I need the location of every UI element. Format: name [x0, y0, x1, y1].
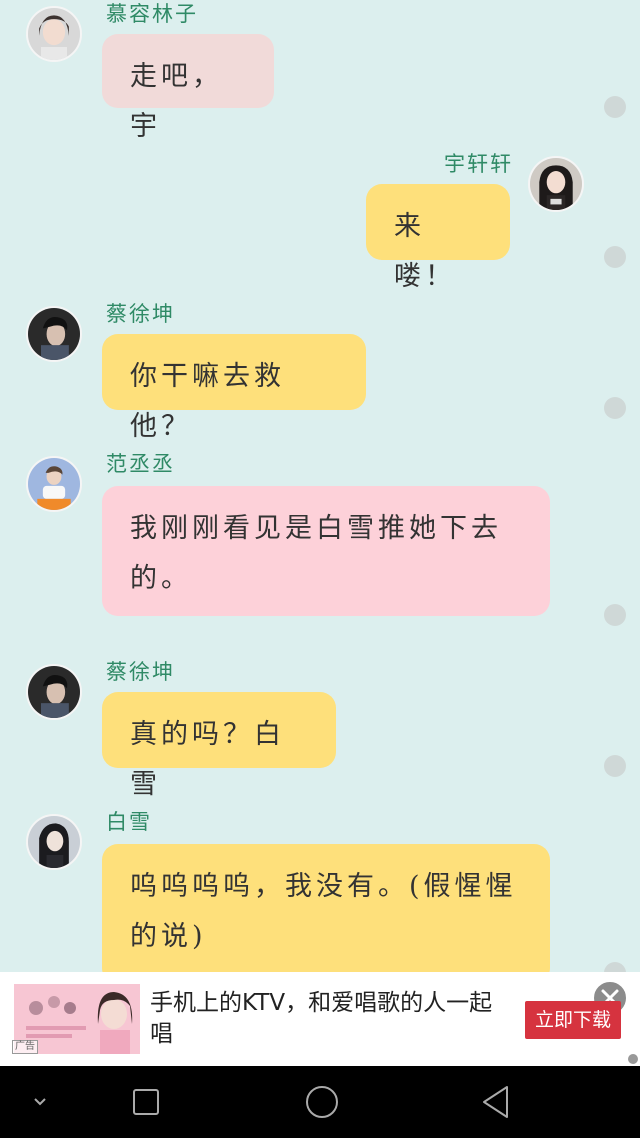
recent-apps-button[interactable] [120, 1066, 172, 1138]
status-dot [604, 962, 626, 972]
nav-collapse-button[interactable] [20, 1066, 60, 1138]
sender-name: 宇轩轩 [444, 152, 513, 176]
message-bubble[interactable]: 呜呜呜呜，我没有。(假惺惺的说) [102, 844, 550, 972]
sender-name: 蔡徐坤 [106, 660, 175, 684]
status-dot [604, 604, 626, 626]
sender-name: 白雪 [106, 810, 152, 834]
navigation-bar [0, 1066, 640, 1138]
ad-text[interactable]: 手机上的KTV，和爱唱歌的人一起唱 [150, 988, 500, 1050]
message-bubble[interactable]: 真的吗？白雪 [102, 692, 336, 800]
sender-name: 蔡徐坤 [106, 302, 175, 326]
message-bubble[interactable]: 来喽！ [366, 184, 510, 292]
ad-tag: 广告 [12, 1040, 38, 1054]
message-bubble[interactable]: 你干嘛去救他？ [102, 334, 366, 442]
avatar[interactable] [26, 664, 82, 720]
home-icon [306, 1086, 338, 1118]
ad-info-icon[interactable] [628, 1054, 638, 1064]
recent-apps-icon [133, 1089, 159, 1115]
status-dot [604, 755, 626, 777]
message-bubble[interactable]: 我刚刚看见是白雪推她下去的。 [102, 486, 550, 616]
avatar[interactable] [26, 456, 82, 512]
chat-area[interactable]: 慕容林子 走吧，宇 宇轩轩 来喽！ 蔡徐坤 你干嘛去救他？ 范丞丞 我刚刚看见是… [0, 0, 640, 972]
avatar[interactable] [26, 6, 82, 62]
chevron-down-icon [34, 1098, 46, 1106]
download-button[interactable]: 立即下载 [525, 1001, 621, 1039]
sender-name: 慕容林子 [106, 2, 198, 26]
back-button[interactable] [470, 1066, 522, 1138]
back-icon [483, 1086, 508, 1118]
message-bubble[interactable]: 走吧，宇 [102, 34, 274, 142]
avatar[interactable] [26, 306, 82, 362]
avatar[interactable] [528, 156, 584, 212]
home-button[interactable] [296, 1066, 348, 1138]
avatar[interactable] [26, 814, 82, 870]
sender-name: 范丞丞 [106, 452, 175, 476]
status-dot [604, 246, 626, 268]
status-dot [604, 96, 626, 118]
status-dot [604, 397, 626, 419]
